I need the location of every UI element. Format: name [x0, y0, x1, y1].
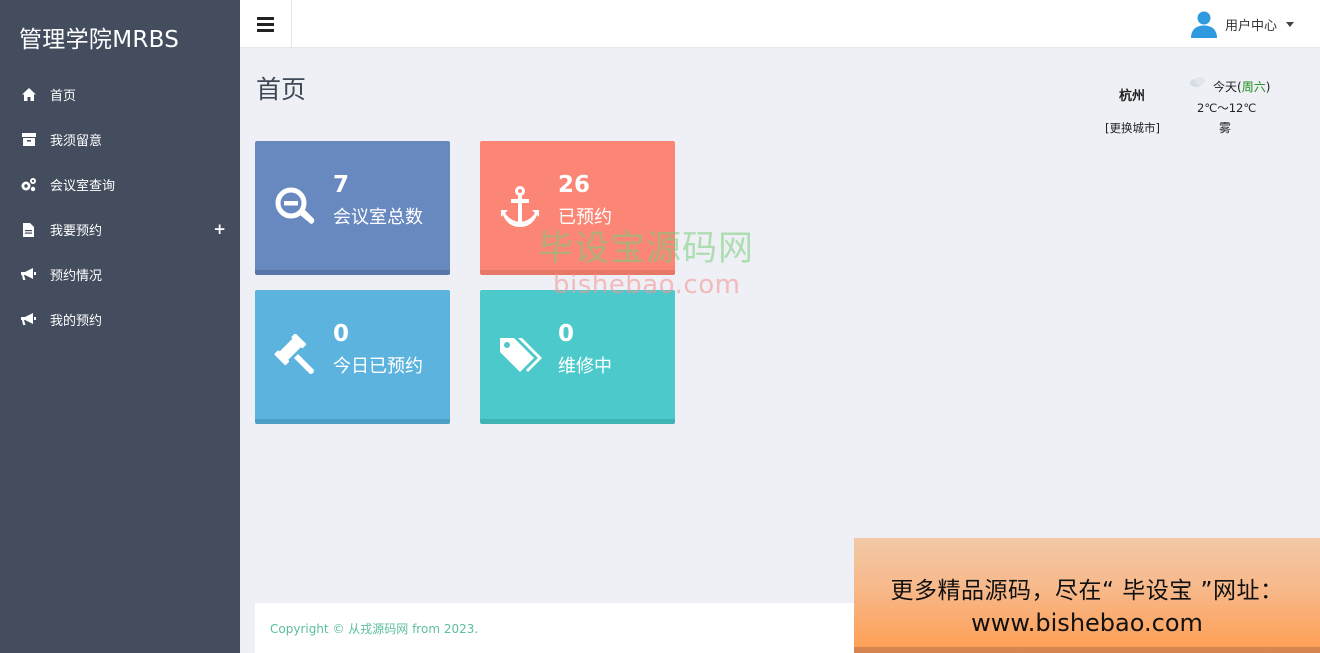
- promo-url[interactable]: www.bishebao.com: [854, 609, 1320, 637]
- page-title: 首页: [256, 75, 307, 104]
- stat-label: 维修中: [558, 356, 612, 377]
- stat-value: 7: [333, 172, 350, 198]
- hamburger-icon-bar: [257, 22, 274, 26]
- sidebar-item-label: 我要预约: [50, 224, 103, 239]
- hamburger-icon-bar: [257, 28, 274, 32]
- weather-today-suffix: ): [1265, 80, 1271, 94]
- bullhorn-icon: [20, 266, 37, 283]
- sidebar-nav: 首页 我须留意 会议室查询 我要预约 + 预约情况 我的预约: [0, 72, 240, 342]
- watermark-url: bishebao.com: [553, 270, 741, 300]
- bullhorn-icon: [20, 311, 37, 328]
- sidebar-item-reservation-status[interactable]: 预约情况: [0, 252, 240, 297]
- sidebar-item-label: 预约情况: [50, 269, 103, 284]
- sidebar-item-label: 首页: [50, 89, 77, 104]
- sidebar-item-label: 我须留意: [50, 134, 103, 149]
- weather-widget: 杭州 [更换城市] 今天(周六) 2℃～12℃ 雾: [1095, 76, 1285, 142]
- sidebar-item-label: 会议室查询: [50, 179, 116, 194]
- weather-temperature: 2℃～12℃: [1197, 101, 1257, 115]
- user-icon: [1190, 11, 1217, 38]
- sidebar-item-notice[interactable]: 我须留意: [0, 117, 240, 162]
- sidebar-item-my-reservations[interactable]: 我的预约: [0, 297, 240, 342]
- sidebar-item-reserve[interactable]: 我要预约 +: [0, 207, 240, 252]
- weather-today: 今天(周六): [1213, 78, 1270, 95]
- caret-down-icon: [1286, 21, 1294, 27]
- stat-label: 今日已预约: [333, 356, 423, 377]
- weather-condition: 雾: [1219, 121, 1232, 135]
- watermark-text: 毕设宝源码网: [538, 229, 755, 269]
- anchor-icon: [501, 186, 539, 227]
- top-bar: 用户中心: [240, 0, 1320, 48]
- brand-title: 管理学院MRBS: [19, 27, 180, 53]
- promo-horizon-decoration: [854, 647, 1320, 653]
- archive-icon: [20, 131, 37, 148]
- promo-text: 更多精品源码，尽在“ 毕设宝 ”网址：: [890, 578, 1284, 604]
- hamburger-icon: [257, 16, 274, 20]
- change-city-link[interactable]: [更换城市]: [1105, 120, 1160, 136]
- cogs-icon: [20, 176, 37, 193]
- user-center-label: 用户中心: [1224, 18, 1277, 34]
- copyright-text: Copyright © 从戎源码网 from 2023.: [270, 622, 479, 636]
- fog-icon: [1190, 77, 1205, 87]
- stat-value: 26: [558, 172, 591, 198]
- user-center-dropdown[interactable]: 用户中心: [1190, 9, 1294, 39]
- home-icon: [20, 86, 37, 103]
- tags-icon: [500, 338, 542, 372]
- stat-card-today-reserved[interactable]: 0 今日已预约: [255, 290, 450, 424]
- search-minus-icon: [275, 187, 315, 224]
- sidebar-item-home[interactable]: 首页: [0, 72, 240, 117]
- gavel-icon: [274, 334, 314, 374]
- stat-card-under-repair[interactable]: 0 维修中: [480, 290, 675, 424]
- stat-card-room-total[interactable]: 7 会议室总数: [255, 141, 450, 275]
- sidebar-item-room-query[interactable]: 会议室查询: [0, 162, 240, 207]
- sidebar-item-label: 我的预约: [50, 314, 103, 329]
- file-icon: [20, 221, 37, 238]
- promo-banner[interactable]: 更多精品源码，尽在“ 毕设宝 ”网址： www.bishebao.com: [854, 538, 1320, 653]
- stat-value: 0: [558, 321, 575, 347]
- menu-toggle-button[interactable]: [240, 0, 292, 48]
- stat-value: 0: [333, 321, 350, 347]
- weather-today-prefix: 今天(: [1213, 80, 1242, 94]
- weather-city: 杭州: [1119, 89, 1146, 104]
- sidebar: 管理学院MRBS 首页 我须留意 会议室查询 我要预约 + 预约情况 我的预约: [0, 0, 240, 653]
- weather-day-of-week: 周六: [1241, 80, 1266, 94]
- stat-label: 会议室总数: [333, 207, 423, 228]
- expand-plus-icon[interactable]: +: [213, 220, 226, 238]
